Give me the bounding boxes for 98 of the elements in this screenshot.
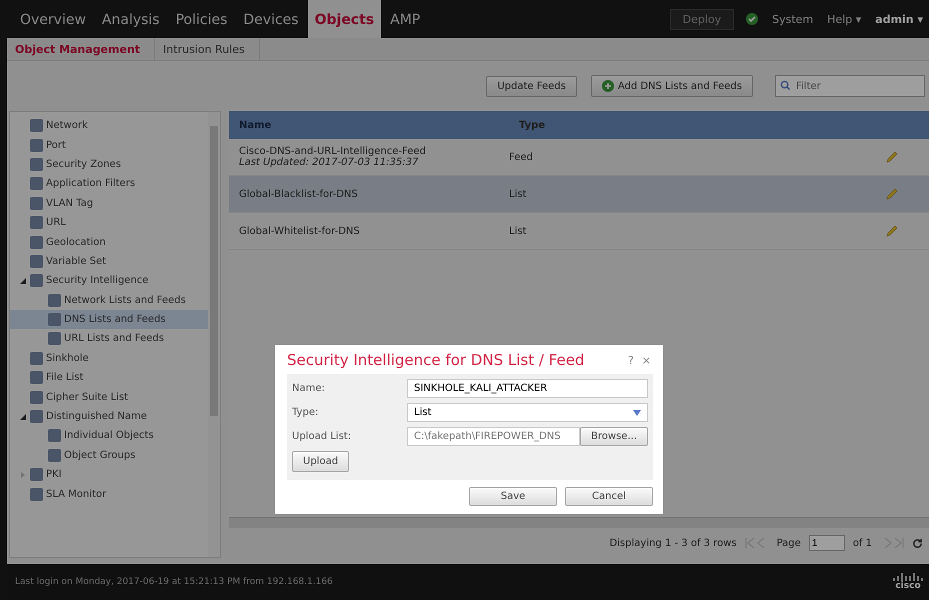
square-icon [30,196,43,210]
pencil-icon[interactable] [885,150,899,164]
tree-item[interactable]: Network [10,116,208,136]
table-cell-text: Cisco-DNS-and-URL-Intelligence-Feed [239,146,427,157]
tree-item[interactable]: Cipher Suite List [10,387,208,407]
page-total: of 1 [852,538,872,548]
bars-icon [893,573,923,581]
field-label: Upload List: [292,431,352,442]
help-button[interactable]: ? [626,354,636,366]
tree-item[interactable]: SLA Monitor [10,484,208,504]
tree-item[interactable]: DNS Lists and Feeds [10,310,208,330]
caret-icon [633,410,641,416]
check-icon [746,13,758,25]
expanded-arrow-icon[interactable] [20,414,26,420]
pencil-icon[interactable] [885,224,899,238]
nav-menu[interactable]: Help ▾ [821,12,868,26]
square-icon [30,158,43,171]
pencil-icon[interactable] [885,187,899,201]
field-label: Type: [292,407,320,418]
browse-button[interactable]: Browse... [580,427,648,446]
sub-tab[interactable]: Intrusion Rules [155,38,260,60]
tree-item[interactable]: Security Intelligence [10,271,208,291]
nav-tab[interactable]: Devices [236,0,306,38]
square-icon [30,274,43,288]
tree-item[interactable]: Application Filters [10,174,208,194]
square-icon [30,119,43,132]
refresh-icon[interactable] [912,538,923,548]
table-cell-text: Global-Blacklist-for-DNS [239,188,359,200]
column-header: Type [518,120,546,130]
table-cell-text: Feed [509,152,534,162]
add-button[interactable]: Add DNS Lists and Feeds [590,75,753,97]
horizontal-scrollbar[interactable] [229,517,929,528]
expanded-arrow-icon[interactable] [20,278,26,284]
table-cell-text: Last Updated: 2017-07-03 11:35:37 [239,157,418,168]
nav-tab[interactable]: Analysis [94,0,167,38]
table-row[interactable]: Global-Blacklist-for-DNS List [229,176,929,213]
tree-item[interactable]: PKI [10,465,208,484]
plus-icon [602,80,614,92]
tree-item[interactable]: Individual Objects [10,426,208,446]
tree-item[interactable]: Geolocation [10,232,208,252]
nav-tab[interactable]: Objects [308,0,382,38]
nav-tab[interactable]: AMP [383,0,428,38]
tree-item[interactable]: Port [10,135,208,155]
tree-item[interactable]: Security Zones [10,154,208,174]
page-label: Page [776,538,801,548]
square-icon [30,352,43,365]
square-icon [30,138,43,152]
dialog-title: Security Intelligence for DNS List / Feed [287,351,586,369]
row-count: Displaying 1 - 3 of 3 rows [609,538,737,548]
square-icon [30,216,43,230]
square-icon [48,313,61,326]
square-icon [30,488,43,501]
name-field[interactable]: SINKHOLE_KALI_ATTACKER [407,379,648,398]
dialog-button[interactable]: Save [469,487,557,506]
tree-item[interactable]: Variable Set [10,252,208,272]
square-icon [30,236,43,249]
page-field[interactable]: 1 [808,535,845,551]
tree-item[interactable]: Object Groups [10,446,208,466]
square-icon [48,332,61,346]
tree-item[interactable]: VLAN Tag [10,194,208,213]
tree-item[interactable]: File List [10,368,208,388]
square-icon [30,254,43,268]
square-icon [30,390,43,404]
field-label: Name: [292,383,326,394]
square-icon [30,371,43,384]
dialog-button[interactable]: Cancel [565,487,653,506]
square-icon [48,429,61,442]
last-login-text: Last login on Monday, 2017-06-19 at 15:21:13 PM from 192.168.1.166 [15,577,334,587]
square-icon [30,468,43,482]
tree-item[interactable]: Distinguished Name [10,406,208,426]
square-icon [48,294,61,307]
column-header: Name [238,120,272,130]
scrollbar-thumb[interactable] [210,126,218,416]
type-select[interactable]: List [407,403,648,422]
square-icon [30,410,43,424]
table-row[interactable]: Global-Whitelist-for-DNS List [229,213,929,250]
close-button[interactable]: × [640,354,653,366]
nav-tab[interactable]: Policies [168,0,234,38]
logo-text: cisco [895,581,921,591]
collapsed-arrow-icon[interactable] [20,472,26,478]
table-cell-text: List [509,188,528,200]
table-cell-text: Global-Whitelist-for-DNS [239,226,361,236]
tree-item[interactable]: Sinkhole [10,348,208,368]
update-feeds-button[interactable]: Update Feeds [486,76,577,96]
table-cell-text: List [509,226,528,236]
deploy-button[interactable]: Deploy [670,8,734,30]
upload-button[interactable]: Upload [292,451,350,472]
file-field[interactable]: C:\fakepath\FIREPOWER_DNS [407,427,580,446]
filter-field[interactable]: Filter [775,75,925,97]
square-icon [30,177,43,190]
tree-item[interactable]: URL [10,212,208,232]
tree-item[interactable]: URL Lists and Feeds [10,329,208,349]
nav-tab[interactable]: Overview [13,0,93,38]
nav-menu[interactable]: admin ▾ [869,12,929,26]
nav-menu[interactable]: System [766,12,820,26]
tree-item[interactable]: Network Lists and Feeds [10,290,208,310]
sub-tab[interactable]: Object Management [7,38,156,60]
square-icon [48,448,61,462]
